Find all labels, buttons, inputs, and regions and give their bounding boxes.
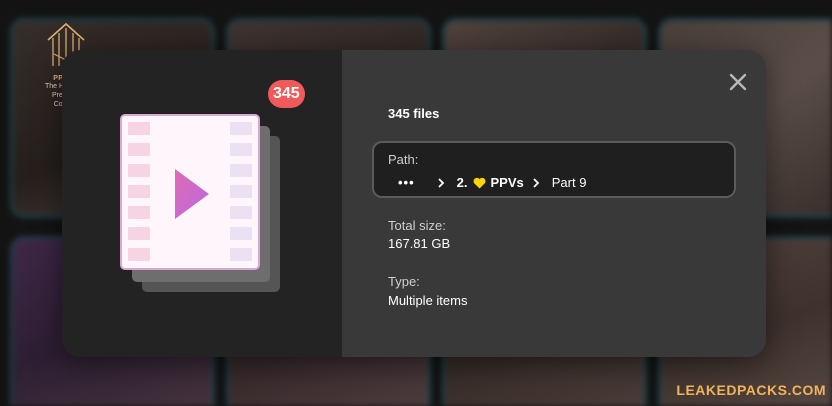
details-panel: 345 files Path: ••• 2. PPVs Part 9 Total… (342, 50, 766, 357)
breadcrumb-item-label: PPVs (490, 175, 524, 190)
film-strip (128, 122, 150, 266)
breadcrumb-more-button[interactable]: ••• (398, 175, 415, 190)
film-strip (230, 122, 252, 266)
breadcrumb-item-number: 2. (456, 175, 468, 190)
path-field: Path: ••• 2. PPVs Part 9 (372, 141, 736, 198)
breadcrumb-item-ppvs[interactable]: 2. PPVs (457, 175, 524, 190)
close-icon[interactable] (726, 70, 750, 94)
file-count-badge: 345 (268, 80, 305, 108)
breadcrumb-item-part-9[interactable]: Part 9 (552, 175, 587, 190)
total-size-value: 167.81 GB (388, 236, 451, 251)
file-info-dialog: 345 345 files Path: ••• 2. PPVs Part 9 T… (62, 50, 766, 357)
total-size-label: Total size: (388, 218, 446, 233)
path-label: Path: (388, 152, 419, 167)
chevron-right-icon (438, 177, 444, 188)
yellow-heart-icon (473, 177, 485, 188)
preview-panel: 345 (62, 50, 342, 357)
type-label: Type: (388, 274, 420, 289)
video-file-icon (120, 114, 260, 270)
chevron-right-icon (533, 177, 540, 188)
site-watermark: LEAKEDPACKS.COM (676, 382, 826, 398)
play-icon (175, 169, 209, 219)
type-value: Multiple items (388, 293, 468, 308)
files-count: 345 files (388, 106, 440, 121)
breadcrumb: ••• 2. PPVs Part 9 (398, 175, 586, 190)
video-stack-preview (120, 114, 290, 296)
